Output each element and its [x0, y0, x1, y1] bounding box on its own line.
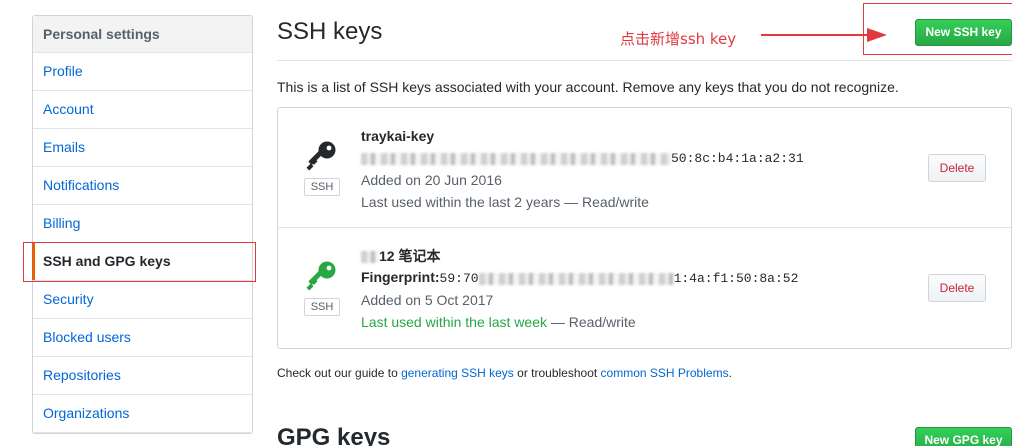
new-ssh-key-button[interactable]: New SSH key: [915, 19, 1012, 46]
key-icon: [304, 258, 340, 298]
last-used-separator: —: [560, 194, 583, 210]
sidebar-item-security[interactable]: Security: [33, 281, 252, 319]
help-middle: or troubleshoot: [513, 366, 601, 380]
ssh-badge: SSH: [304, 178, 340, 196]
page-title: SSH keys: [277, 18, 383, 45]
ssh-keys-list: SSH traykai-key 50:8c:b4:1a:a2:31 Added …: [277, 107, 1012, 349]
redacted-title-prefix: [361, 251, 379, 264]
last-used-text: Last used within the last 2 years: [361, 194, 561, 210]
key-last-used: Last used within the last week — Read/wr…: [361, 314, 636, 330]
key-title-text: 12 笔记本: [379, 248, 441, 264]
redacted-fingerprint: [478, 272, 674, 285]
settings-sidebar: Personal settings Profile Account Emails…: [32, 15, 253, 434]
ssh-key-item: SSH traykai-key 50:8c:b4:1a:a2:31 Added …: [278, 108, 1011, 228]
generating-ssh-keys-link[interactable]: generating SSH keys: [401, 366, 514, 380]
gpg-section-title: GPG keys: [277, 424, 391, 446]
key-fingerprint: Fingerprint:59:70 1:4a:f1:50:8a:52: [361, 269, 798, 286]
delete-key-button[interactable]: Delete: [928, 154, 986, 182]
fingerprint-tail: 1:4a:f1:50:8a:52: [673, 271, 799, 286]
common-ssh-problems-link[interactable]: common SSH Problems: [601, 366, 729, 380]
intro-text: This is a list of SSH keys associated wi…: [277, 79, 899, 95]
ssh-badge: SSH: [304, 298, 340, 316]
annotation-text: 点击新增ssh key: [620, 30, 737, 48]
redacted-fingerprint: [361, 152, 671, 165]
annotation-highlight-box: [23, 242, 256, 282]
key-last-used: Last used within the last 2 years — Read…: [361, 194, 649, 210]
key-added-date: Added on 20 Jun 2016: [361, 172, 502, 188]
delete-key-button[interactable]: Delete: [928, 274, 986, 302]
new-gpg-key-button[interactable]: New GPG key: [915, 427, 1012, 446]
sidebar-item-billing[interactable]: Billing: [33, 205, 252, 243]
key-added-date: Added on 5 Oct 2017: [361, 292, 494, 308]
fingerprint-head: 59:70: [439, 271, 479, 286]
help-prefix: Check out our guide to: [277, 366, 402, 380]
key-title: 12 笔记本: [361, 246, 440, 266]
sidebar-item-blocked-users[interactable]: Blocked users: [33, 319, 252, 357]
sidebar-item-profile[interactable]: Profile: [33, 53, 252, 91]
help-suffix: .: [728, 366, 732, 380]
ssh-key-item: SSH 12 笔记本 Fingerprint:59:70 1:4a:f1:50:8…: [278, 228, 1011, 348]
access-level: Read/write: [568, 314, 636, 330]
sidebar-header: Personal settings: [33, 16, 252, 53]
ssh-help-note: Check out our guide to generating SSH ke…: [277, 366, 732, 380]
fingerprint-tail: 50:8c:b4:1a:a2:31: [671, 151, 804, 166]
sidebar-item-emails[interactable]: Emails: [33, 129, 252, 167]
key-title: traykai-key: [361, 128, 435, 144]
key-fingerprint: 50:8c:b4:1a:a2:31: [361, 151, 804, 166]
header-divider: [277, 60, 1012, 61]
key-icon: [304, 138, 340, 178]
sidebar-item-organizations[interactable]: Organizations: [33, 395, 252, 433]
sidebar-item-account[interactable]: Account: [33, 91, 252, 129]
fingerprint-label: Fingerprint:: [361, 269, 440, 285]
sidebar-item-notifications[interactable]: Notifications: [33, 167, 252, 205]
last-used-text: Last used within the last week: [361, 314, 547, 330]
access-level: Read/write: [582, 194, 649, 210]
sidebar-item-repositories[interactable]: Repositories: [33, 357, 252, 395]
last-used-separator: —: [547, 314, 569, 330]
